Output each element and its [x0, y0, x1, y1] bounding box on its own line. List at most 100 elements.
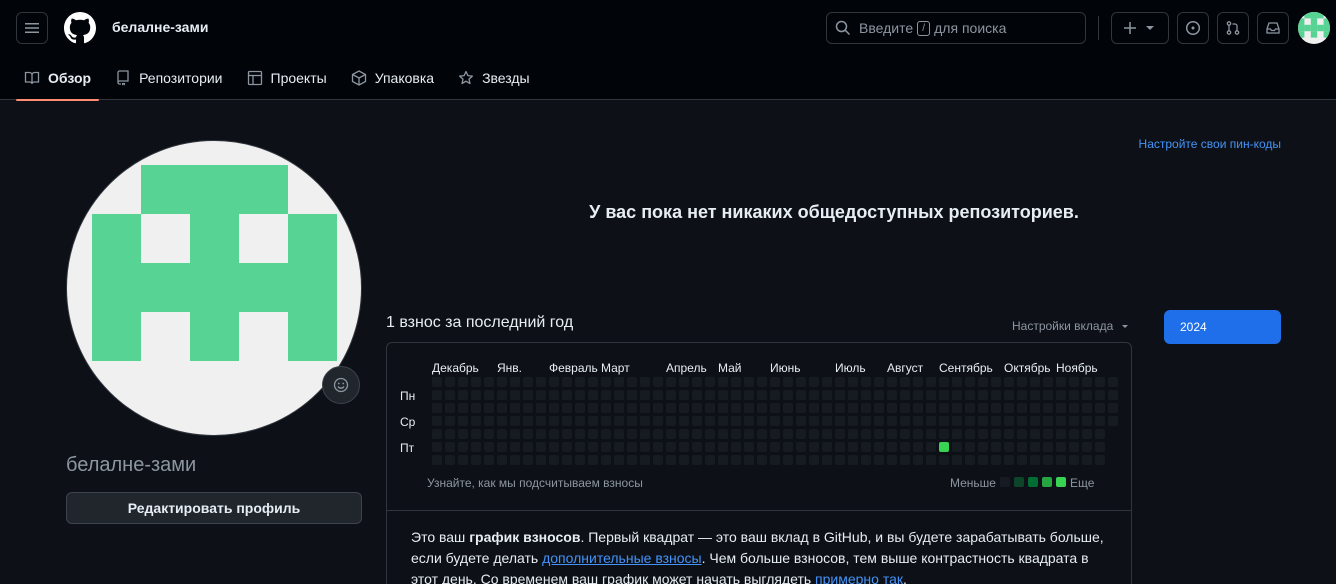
contribution-day[interactable] [952, 403, 962, 413]
contribution-day[interactable] [679, 416, 689, 426]
contribution-day[interactable] [523, 429, 533, 439]
contribution-day[interactable] [614, 455, 624, 465]
contribution-day[interactable] [601, 429, 611, 439]
contribution-day[interactable] [900, 416, 910, 426]
contribution-day[interactable] [1095, 442, 1105, 452]
contribution-day[interactable] [835, 455, 845, 465]
contribution-day[interactable] [796, 455, 806, 465]
contribution-day[interactable] [601, 416, 611, 426]
contribution-day[interactable] [1095, 455, 1105, 465]
contribution-day[interactable] [614, 377, 624, 387]
contribution-day[interactable] [510, 442, 520, 452]
contribution-day[interactable] [887, 403, 897, 413]
contribution-day[interactable] [666, 390, 676, 400]
contribution-day[interactable] [627, 390, 637, 400]
contribution-day[interactable] [588, 429, 598, 439]
contribution-day[interactable] [471, 390, 481, 400]
inbox-button[interactable] [1257, 12, 1289, 44]
contribution-day[interactable] [549, 455, 559, 465]
contribution-day[interactable] [887, 416, 897, 426]
contribution-day[interactable] [913, 377, 923, 387]
contribution-day[interactable] [1082, 442, 1092, 452]
contribution-day[interactable] [1056, 390, 1066, 400]
contribution-day[interactable] [640, 416, 650, 426]
contribution-day[interactable] [536, 442, 546, 452]
contribution-day[interactable] [432, 416, 442, 426]
contribution-day[interactable] [575, 390, 585, 400]
contribution-day[interactable] [705, 390, 715, 400]
pull-requests-button[interactable] [1217, 12, 1249, 44]
contribution-day[interactable] [965, 429, 975, 439]
contribution-day[interactable] [1095, 429, 1105, 439]
contribution-day[interactable] [575, 429, 585, 439]
contribution-day[interactable] [796, 429, 806, 439]
create-new-button[interactable] [1111, 12, 1169, 44]
contribution-day[interactable] [718, 403, 728, 413]
contribution-day[interactable] [601, 455, 611, 465]
contribution-day[interactable] [731, 403, 741, 413]
contribution-day[interactable] [1082, 416, 1092, 426]
contribution-day[interactable] [679, 442, 689, 452]
contribution-day[interactable] [991, 377, 1001, 387]
contribution-day[interactable] [458, 455, 468, 465]
contribution-day[interactable] [575, 403, 585, 413]
contribution-day[interactable] [757, 390, 767, 400]
contribution-day[interactable] [471, 429, 481, 439]
contribution-day[interactable] [445, 442, 455, 452]
contribution-day[interactable] [900, 455, 910, 465]
contribution-day[interactable] [484, 390, 494, 400]
contribution-day[interactable] [692, 429, 702, 439]
example-link[interactable]: примерно так [815, 571, 903, 584]
contribution-day[interactable] [1108, 390, 1118, 400]
contribution-day[interactable] [510, 429, 520, 439]
contribution-day[interactable] [1004, 455, 1014, 465]
contribution-day[interactable] [536, 390, 546, 400]
contribution-day[interactable] [679, 390, 689, 400]
contribution-day[interactable] [458, 390, 468, 400]
contribution-day[interactable] [809, 416, 819, 426]
contribution-day[interactable] [900, 390, 910, 400]
contribution-day[interactable] [900, 429, 910, 439]
contribution-day[interactable] [575, 377, 585, 387]
contribution-day[interactable] [549, 429, 559, 439]
contribution-day[interactable] [835, 416, 845, 426]
contribution-day[interactable] [783, 416, 793, 426]
contribution-day[interactable] [1069, 442, 1079, 452]
contribution-day[interactable] [588, 455, 598, 465]
contribution-day[interactable] [757, 429, 767, 439]
contribution-day[interactable] [536, 403, 546, 413]
contribution-day[interactable] [484, 442, 494, 452]
contribution-day[interactable] [770, 403, 780, 413]
contribution-day[interactable] [991, 455, 1001, 465]
contribution-day[interactable] [692, 403, 702, 413]
contribution-day[interactable] [1004, 442, 1014, 452]
contribution-day[interactable] [432, 455, 442, 465]
contribution-day[interactable] [1069, 429, 1079, 439]
contribution-day[interactable] [432, 403, 442, 413]
edit-profile-button[interactable]: Редактировать профиль [66, 492, 362, 524]
tab-stars[interactable]: Звезды [450, 56, 538, 100]
contribution-day[interactable] [783, 377, 793, 387]
contribution-day[interactable] [614, 429, 624, 439]
contribution-day[interactable] [588, 390, 598, 400]
contribution-day[interactable] [458, 429, 468, 439]
contribution-day[interactable] [978, 390, 988, 400]
contribution-day[interactable] [666, 442, 676, 452]
contribution-day[interactable] [1043, 442, 1053, 452]
contribution-day[interactable] [679, 429, 689, 439]
contribution-day[interactable] [1043, 429, 1053, 439]
contribution-day[interactable] [965, 416, 975, 426]
contribution-day[interactable] [1056, 377, 1066, 387]
contribution-day[interactable] [757, 377, 767, 387]
contribution-day[interactable] [874, 403, 884, 413]
contribution-day[interactable] [822, 442, 832, 452]
contribution-day[interactable] [861, 377, 871, 387]
contribution-day[interactable] [926, 455, 936, 465]
contribution-day[interactable] [939, 377, 949, 387]
contribution-day[interactable] [796, 377, 806, 387]
contribution-day[interactable] [1082, 390, 1092, 400]
contribution-day[interactable] [432, 390, 442, 400]
contribution-day[interactable] [497, 377, 507, 387]
contribution-day[interactable] [809, 429, 819, 439]
contribution-day[interactable] [1017, 416, 1027, 426]
